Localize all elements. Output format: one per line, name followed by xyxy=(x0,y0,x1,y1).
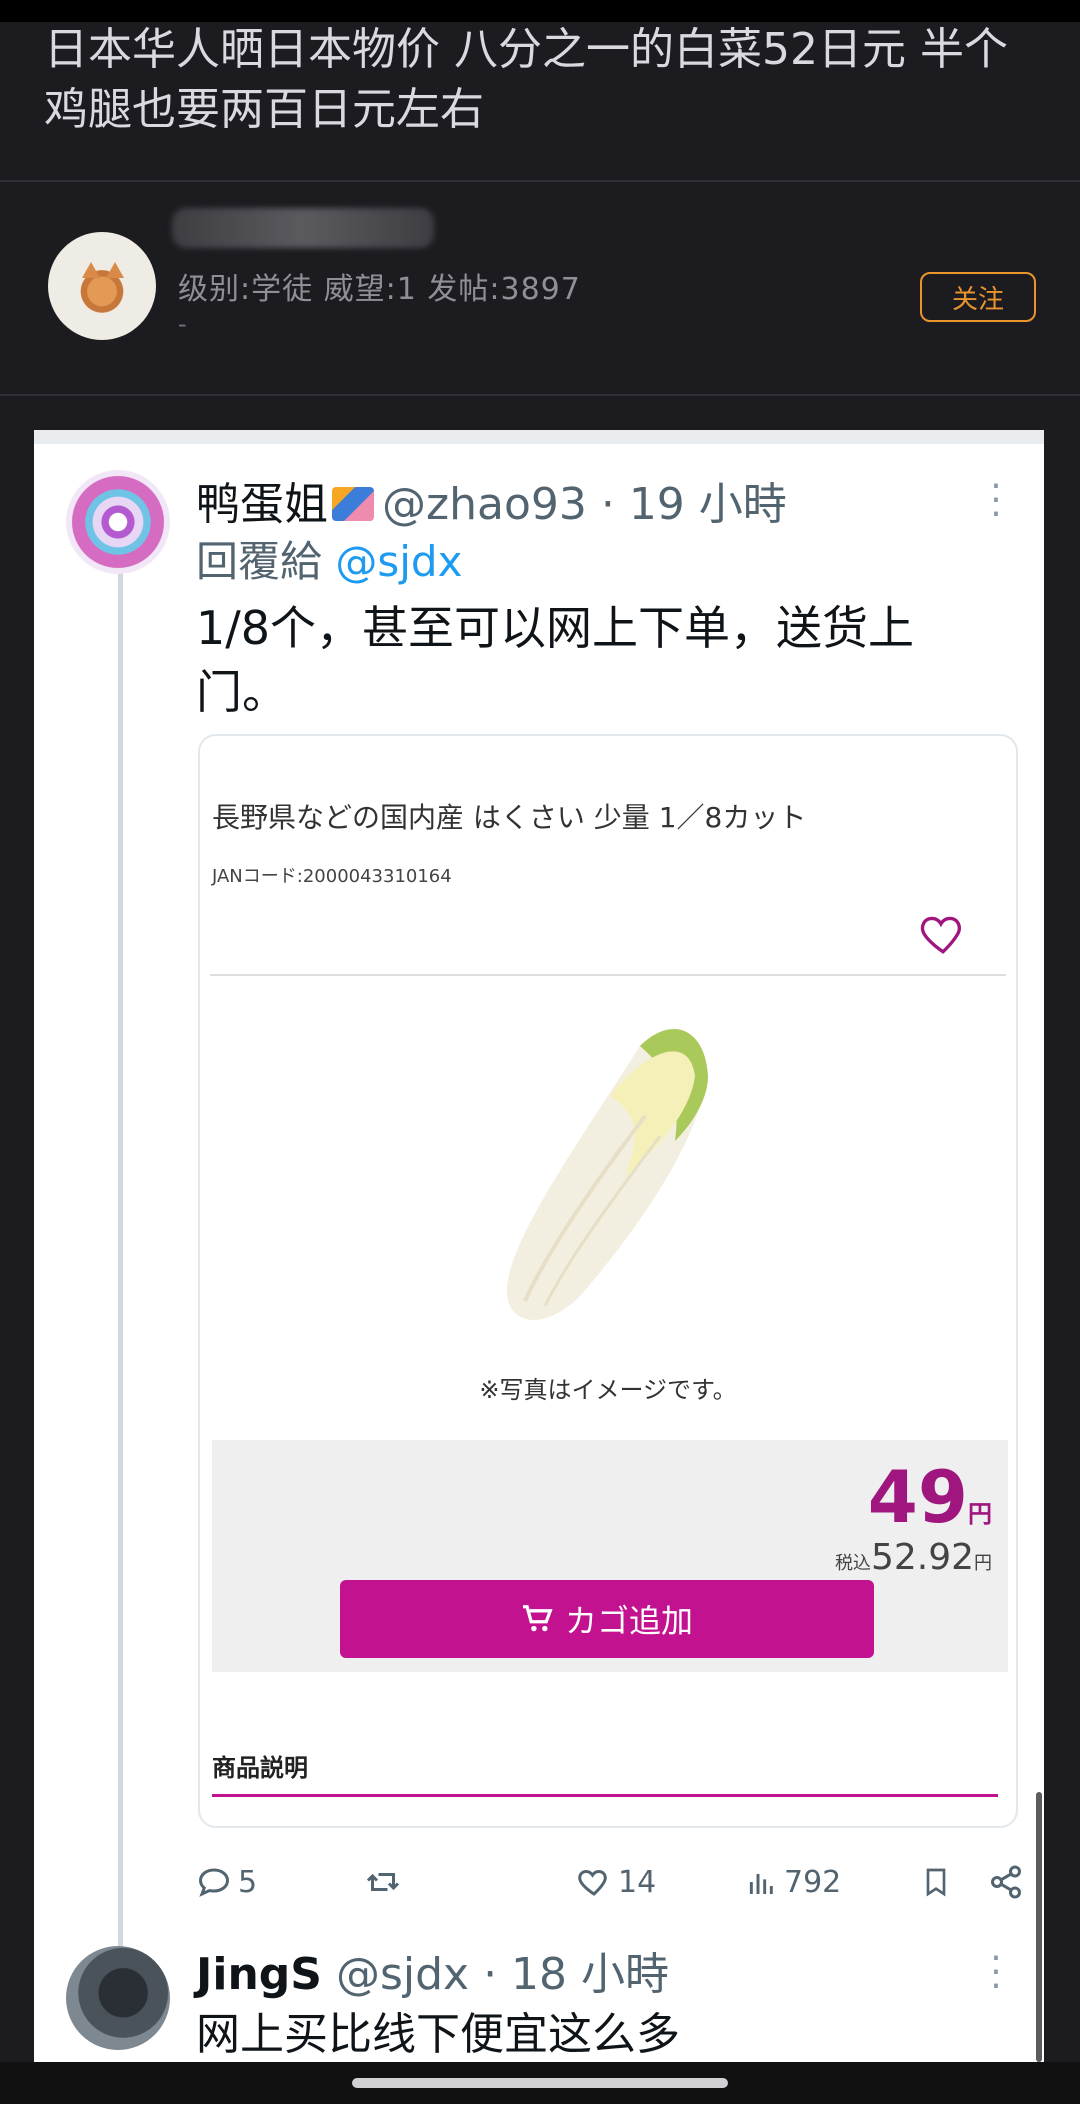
views-icon xyxy=(749,1874,773,1894)
product-title: 長野県などの国内産 はくさい 少量 1／8カット xyxy=(212,801,807,834)
description-label: 商品説明 xyxy=(212,1754,308,1782)
like-count: 14 xyxy=(618,1864,657,1900)
author-row: 级别:学徒 威望:1 发帖:3897 - 关注 xyxy=(0,182,1080,392)
cabbage-image xyxy=(506,1028,708,1320)
heart-icon xyxy=(920,916,961,954)
flag-emoji-icon xyxy=(332,487,374,521)
follow-button[interactable]: 关注 xyxy=(920,272,1036,322)
tweet-header: 鸭蛋姐 @zhao93 · 19 小時 xyxy=(196,468,787,532)
reply-to-line: 回覆給 @sjdx xyxy=(196,528,462,589)
tweet-actions: 5 14 792 xyxy=(196,1852,1026,1912)
reply-count: 5 xyxy=(238,1864,258,1900)
embedded-screenshot[interactable]: 鸭蛋姐 @zhao93 · 19 小時 · · · 回覆給 @sjdx 1/8个，甚至… xyxy=(34,430,1044,2062)
jan-code: JANコード:2000043310164 xyxy=(212,866,452,887)
card-separator xyxy=(210,974,1006,976)
price-unit: 円 xyxy=(968,1500,992,1528)
bookmark-action xyxy=(920,1852,952,1912)
tweet2-header: JingS @sjdx · 18 小時 xyxy=(196,1938,669,2002)
author-signature: - xyxy=(178,310,187,338)
like-action: 14 xyxy=(576,1852,656,1912)
tweet-avatar xyxy=(66,470,170,574)
home-indicator[interactable] xyxy=(352,2078,728,2088)
tax-price-value: 52.92 xyxy=(870,1537,974,1578)
description-underline xyxy=(212,1794,998,1797)
tweet2-author-name: JingS xyxy=(196,1949,322,2000)
price-box: 49円 税込52.92円 カゴ追加 xyxy=(212,1440,1008,1672)
menu-dots-icon: · · · xyxy=(990,1938,1002,2007)
retweet-icon xyxy=(366,1873,400,1891)
reply-icon xyxy=(198,1868,230,1897)
like-icon xyxy=(578,1869,607,1896)
scrollbar[interactable] xyxy=(1036,1792,1042,2062)
photo-note: ※写真はイメージです。 xyxy=(479,1376,737,1404)
divider xyxy=(0,394,1080,396)
status-bar xyxy=(0,0,1080,22)
product-card: 長野県などの国内産 はくさい 少量 1／8カット JANコード:20000433… xyxy=(198,734,1018,1828)
share-icon xyxy=(991,1865,1021,1899)
post-title: 日本华人晒日本物价 八分之一的白菜52日元 半个鸡腿也要两百日元左右 xyxy=(44,24,1008,135)
menu-dots-icon: · · · xyxy=(990,466,1002,535)
tweet-handle-time: @zhao93 · 19 小時 xyxy=(382,479,787,530)
share-action xyxy=(988,1852,1024,1912)
tweet2-avatar xyxy=(66,1946,170,2050)
cat-ear xyxy=(82,262,100,278)
tweet-text: 1/8个，甚至可以网上下单，送货上门。 xyxy=(196,601,915,719)
cat-ear xyxy=(106,262,124,278)
tweet-author-name: 鸭蛋姐 xyxy=(196,479,328,530)
views-count: 792 xyxy=(784,1864,842,1900)
screenshot-top-strip xyxy=(34,430,1044,444)
cart-icon xyxy=(522,1605,553,1632)
add-to-cart-button: カゴ追加 xyxy=(340,1580,874,1658)
author-meta: 级别:学徒 威望:1 发帖:3897 xyxy=(178,272,581,307)
reply-mention: @sjdx xyxy=(335,537,463,586)
tweet2-handle-time: @sjdx · 18 小時 xyxy=(335,1949,670,2000)
tweet2-text: 网上买比线下便宜这么多 xyxy=(196,2009,680,2060)
author-avatar[interactable] xyxy=(48,232,156,340)
bookmark-icon xyxy=(926,1868,946,1897)
tax-price: 税込52.92円 xyxy=(835,1538,992,1584)
tax-prefix: 税込 xyxy=(834,1553,871,1574)
views-action: 792 xyxy=(746,1852,841,1912)
reply-prefix: 回覆給 xyxy=(196,537,323,586)
reply-action: 5 xyxy=(196,1852,257,1912)
price-value: 49 xyxy=(867,1455,968,1539)
retweet-action xyxy=(364,1852,402,1912)
cart-label: カゴ追加 xyxy=(564,1602,693,1640)
tax-unit: 円 xyxy=(974,1553,992,1574)
thread-line xyxy=(118,570,123,2030)
author-name-blurred xyxy=(172,208,434,248)
